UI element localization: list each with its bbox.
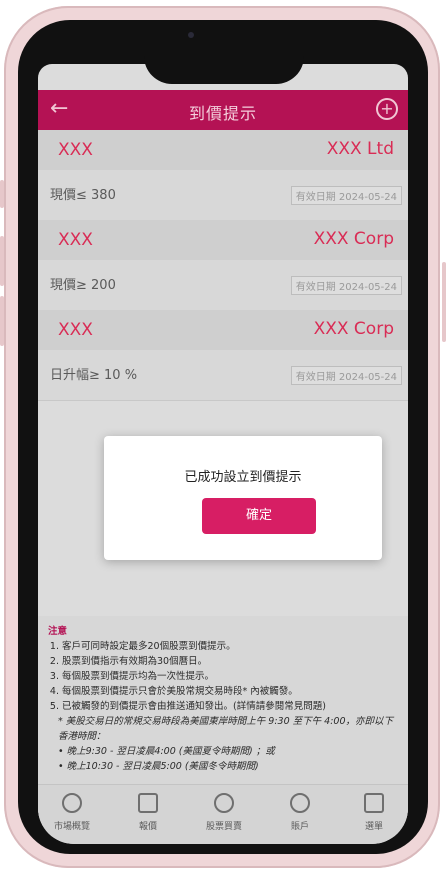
stock-name: XXX Corp xyxy=(313,319,394,339)
trading-hours-footnote: * 美股交易日的常規交易時段為美國東岸時間上午 9:30 至下午 4:00，亦即… xyxy=(58,716,393,742)
tab-label: 股票買賣 xyxy=(205,822,242,832)
phone-side-button xyxy=(0,236,4,286)
phone-side-button xyxy=(442,262,446,342)
tab-account[interactable]: 賬戶 xyxy=(270,793,330,832)
app-screen: ← 到價提示 + XXX XXX Ltd 現價≤ 380 有效日期 2024-0… xyxy=(38,64,408,844)
note-item: 已被觸發的到價提示會由推送通知發出。(詳情請參閱常見問題) xyxy=(62,699,398,714)
trading-hours-winter: 晚上10:30 - 翌日凌晨5:00 (美國冬令時期間) xyxy=(66,761,259,772)
phone-side-button xyxy=(0,296,4,346)
alert-stock-row[interactable]: XXX XXX Corp xyxy=(38,220,408,260)
alert-condition: 現價≤ 380 xyxy=(50,188,116,203)
bottom-tab-bar: 市場概覽 報價 股票買賣 賬戶 選單 xyxy=(38,784,408,844)
top-bar: ← 到價提示 + xyxy=(38,90,408,130)
notes-list: 客戶可同時設定最多20個股票到價提示。 股票到價指示有效期為30個曆日。 每個股… xyxy=(48,639,398,714)
stock-code: XXX xyxy=(58,140,93,160)
stock-name: XXX Corp xyxy=(313,229,394,249)
tab-menu[interactable]: 選單 xyxy=(344,793,404,832)
note-item: 每個股票到價提示只會於美股常規交易時段* 內被觸發。 xyxy=(62,684,398,699)
stock-code: XXX xyxy=(58,230,93,250)
alert-condition: 現價≥ 200 xyxy=(50,278,116,293)
trading-hours-summer: 晚上9:30 - 翌日凌晨4:00 (美國夏令時期間) ；或 xyxy=(66,746,275,757)
note-item: 每個股票到價提示均為一次性提示。 xyxy=(62,669,398,684)
tab-label: 報價 xyxy=(138,822,157,832)
tab-label: 賬戶 xyxy=(290,822,309,832)
expiry-badge: 有效日期 2024-05-24 xyxy=(290,276,402,295)
note-item: 客戶可同時設定最多20個股票到價提示。 xyxy=(62,639,398,654)
trading-hours-bullet: • 晚上9:30 - 翌日凌晨4:00 (美國夏令時期間) ；或 xyxy=(58,746,275,757)
globe-icon xyxy=(62,793,82,813)
tab-market-overview[interactable]: 市場概覽 xyxy=(42,793,102,832)
phone-bezel: ← 到價提示 + XXX XXX Ltd 現價≤ 380 有效日期 2024-0… xyxy=(18,20,428,854)
dollar-icon xyxy=(214,793,234,813)
success-dialog: 已成功設立到價提示 確定 xyxy=(104,436,382,560)
account-icon xyxy=(290,793,310,813)
notch xyxy=(144,20,304,84)
menu-grid-icon xyxy=(364,793,384,813)
trading-hours-bullet: • 晚上10:30 - 翌日凌晨5:00 (美國冬令時期間) xyxy=(58,761,259,772)
alert-condition: 日升幅≥ 10 % xyxy=(50,368,138,383)
confirm-button[interactable]: 確定 xyxy=(202,498,316,534)
note-item: 股票到價指示有效期為30個曆日。 xyxy=(62,654,398,669)
page-title: 到價提示 xyxy=(188,104,257,123)
stock-name: XXX Ltd xyxy=(326,139,394,159)
dialog-message: 已成功設立到價提示 xyxy=(184,470,302,485)
alert-condition-row[interactable]: 日升幅≥ 10 % 有效日期 2024-05-24 xyxy=(38,350,408,401)
alert-stock-row[interactable]: XXX XXX Corp xyxy=(38,310,408,350)
phone-side-button xyxy=(0,180,4,208)
tab-label: 選單 xyxy=(364,822,383,832)
chart-icon xyxy=(138,793,158,813)
tab-trading[interactable]: 股票買賣 xyxy=(194,793,254,832)
alert-stock-row[interactable]: XXX XXX Ltd xyxy=(38,130,408,170)
notes-title: 注意 xyxy=(48,626,68,637)
expiry-badge: 有效日期 2024-05-24 xyxy=(290,186,402,205)
camera-icon xyxy=(188,32,194,38)
tab-label: 市場概覽 xyxy=(53,822,90,832)
add-circle-icon[interactable]: + xyxy=(376,98,398,120)
stock-code: XXX xyxy=(58,320,93,340)
tab-quotes[interactable]: 報價 xyxy=(118,793,178,832)
expiry-badge: 有效日期 2024-05-24 xyxy=(290,366,402,385)
alert-condition-row[interactable]: 現價≤ 380 有效日期 2024-05-24 xyxy=(38,170,408,221)
alert-condition-row[interactable]: 現價≥ 200 有效日期 2024-05-24 xyxy=(38,260,408,311)
